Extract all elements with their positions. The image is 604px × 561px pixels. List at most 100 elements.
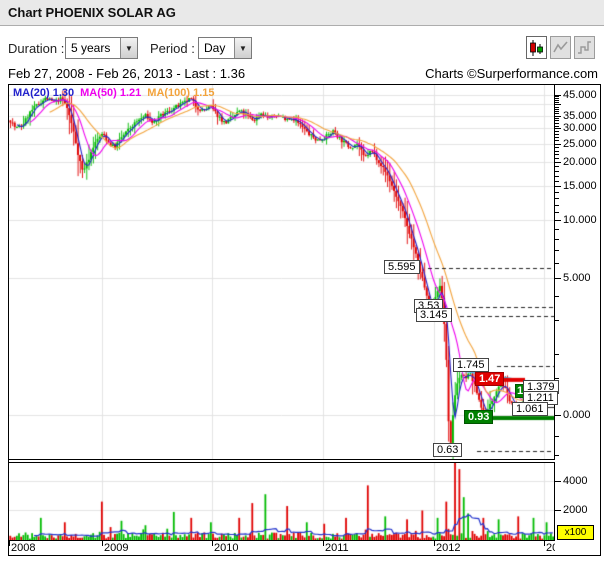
period-label: Period : bbox=[150, 41, 195, 56]
ma-legend: MA(20) 1.30 MA(50) 1.21 MA(100) 1.15 bbox=[13, 87, 221, 99]
axis-tick bbox=[555, 229, 559, 230]
period-select[interactable]: Day ▼ bbox=[198, 37, 252, 59]
axis-tick bbox=[555, 96, 559, 97]
year-label: 2010 bbox=[214, 542, 239, 554]
axis-tick bbox=[555, 154, 559, 155]
axis-tick bbox=[212, 541, 213, 546]
ma-legend-item: MA(20) 1.30 bbox=[13, 87, 75, 99]
axis-tick bbox=[555, 134, 559, 135]
candlestick-chart-button[interactable] bbox=[526, 36, 547, 59]
axis-tick bbox=[555, 100, 559, 101]
axis-tick bbox=[555, 436, 559, 437]
axis-tick bbox=[555, 147, 559, 148]
price-axis-label: 30.000 bbox=[563, 122, 597, 134]
axis-tick bbox=[555, 128, 561, 129]
axis-tick bbox=[434, 541, 435, 546]
axis-tick bbox=[555, 123, 559, 124]
axis-tick bbox=[555, 151, 559, 152]
axis-tick bbox=[555, 354, 559, 355]
ma-legend-item: MA(50) 1.21 bbox=[80, 87, 142, 99]
line-chart-button[interactable] bbox=[550, 36, 571, 59]
axis-tick bbox=[323, 541, 324, 546]
duration-select[interactable]: 5 years ▼ bbox=[65, 37, 138, 59]
credit-text: Charts ©Surperformance.com bbox=[425, 66, 598, 81]
duration-label: Duration : bbox=[8, 41, 65, 56]
axis-tick bbox=[555, 162, 561, 163]
main-chart-canvas[interactable] bbox=[9, 85, 554, 459]
price-axis-label: 10.000 bbox=[563, 214, 597, 226]
axis-tick bbox=[555, 176, 559, 177]
period-value: Day bbox=[204, 41, 226, 55]
axis-tick bbox=[555, 116, 561, 117]
axis-tick bbox=[555, 111, 559, 112]
indicator-value-label: 1.061 bbox=[512, 402, 548, 416]
price-level-label: 0.63 bbox=[433, 443, 463, 457]
chevron-down-icon[interactable]: ▼ bbox=[120, 38, 137, 58]
axis-tick bbox=[555, 98, 559, 99]
year-label: 2011 bbox=[325, 542, 349, 554]
volume-canvas[interactable] bbox=[9, 463, 554, 540]
price-level-label: 5.595 bbox=[384, 260, 420, 274]
year-label: 2008 bbox=[11, 542, 36, 554]
chart-frame: MA(20) 1.30 MA(50) 1.21 MA(100) 1.15 5.595… bbox=[8, 84, 601, 556]
axis-tick bbox=[555, 140, 559, 141]
time-axis: 200820092010201120122013 bbox=[9, 542, 563, 556]
chevron-down-icon[interactable]: ▼ bbox=[234, 38, 251, 58]
chart-widget: Chart PHOENIX SOLAR AG Duration : 5 year… bbox=[0, 0, 604, 561]
axis-tick bbox=[555, 171, 559, 172]
axis-tick bbox=[555, 481, 561, 482]
price-pane: MA(20) 1.30 MA(50) 1.21 MA(100) 1.15 5.595… bbox=[9, 85, 559, 460]
axis-tick bbox=[555, 250, 559, 251]
axis-tick bbox=[555, 192, 559, 193]
axis-tick bbox=[555, 212, 559, 213]
year-label: 2009 bbox=[104, 542, 129, 554]
step-chart-button[interactable] bbox=[574, 36, 595, 59]
price-level-label: 1.745 bbox=[453, 358, 489, 372]
price-axis-label: 5.000 bbox=[563, 272, 591, 284]
step-icon bbox=[578, 41, 591, 54]
candlestick-icon bbox=[530, 39, 543, 56]
axis-tick bbox=[555, 415, 561, 416]
axis-tick bbox=[555, 137, 559, 138]
support-level-label: 0.93 bbox=[464, 410, 494, 424]
axis-tick bbox=[555, 166, 559, 167]
axis-tick bbox=[555, 181, 559, 182]
axis-tick bbox=[555, 102, 559, 103]
axis-tick bbox=[555, 118, 559, 119]
axis-tick bbox=[555, 278, 561, 279]
axis-tick bbox=[555, 296, 559, 297]
price-axis: x100 45.000 35.000 30.000 25.000 20.000 15.00… bbox=[555, 85, 600, 555]
year-label: 2012 bbox=[436, 542, 461, 554]
axis-tick bbox=[555, 205, 559, 206]
axis-tick bbox=[555, 109, 559, 110]
volume-axis-label: 2000 bbox=[563, 504, 588, 516]
axis-tick bbox=[9, 541, 10, 546]
axis-tick bbox=[555, 120, 559, 121]
price-axis-label: 25.000 bbox=[563, 138, 597, 150]
price-level-label: 3.145 bbox=[416, 308, 452, 322]
volume-unit-badge: x100 bbox=[557, 525, 594, 540]
axis-tick bbox=[555, 186, 561, 187]
axis-tick bbox=[555, 107, 559, 108]
axis-tick bbox=[102, 541, 103, 546]
axis-tick bbox=[555, 144, 561, 145]
axis-tick bbox=[555, 158, 559, 159]
axis-tick bbox=[555, 455, 559, 456]
axis-tick bbox=[555, 104, 561, 105]
axis-tick bbox=[555, 220, 561, 221]
volume-pane bbox=[9, 462, 555, 541]
axis-tick bbox=[555, 198, 559, 199]
price-axis-label: 0.000 bbox=[563, 409, 591, 421]
axis-tick bbox=[555, 131, 559, 132]
axis-tick bbox=[555, 126, 559, 127]
date-range-text: Feb 27, 2008 - Feb 26, 2013 - Last : 1.3… bbox=[8, 66, 246, 81]
duration-value: 5 years bbox=[71, 41, 111, 55]
axis-tick bbox=[555, 510, 561, 511]
axis-tick bbox=[555, 113, 559, 114]
price-axis-label: 35.000 bbox=[563, 110, 597, 122]
axis-tick bbox=[555, 239, 559, 240]
axis-tick bbox=[555, 378, 559, 379]
price-axis-label: 15.000 bbox=[563, 180, 597, 192]
price-axis-label: 20.000 bbox=[563, 156, 597, 168]
axis-tick bbox=[555, 263, 559, 264]
